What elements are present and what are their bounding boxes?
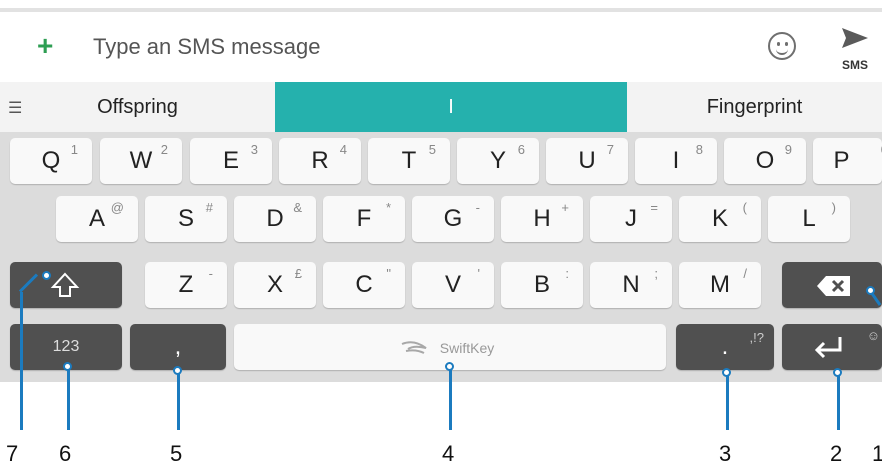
key-y[interactable]: Y6	[457, 138, 539, 184]
key-e[interactable]: E3	[190, 138, 272, 184]
callout-dot-7	[42, 271, 51, 280]
callout-dot-5	[173, 366, 182, 375]
key-s[interactable]: S #	[145, 196, 227, 242]
key-v[interactable]: V '	[412, 262, 494, 308]
backspace-key[interactable]	[782, 262, 882, 308]
suggestion-middle[interactable]: I	[275, 82, 627, 132]
smiley-icon[interactable]	[768, 32, 796, 60]
shift-icon	[50, 272, 80, 297]
key-k[interactable]: K(	[679, 196, 761, 242]
key-o[interactable]: O9	[724, 138, 806, 184]
suggestion-bar: ☰ Offspring I Fingerprint	[0, 82, 882, 132]
key-f[interactable]: F *	[323, 196, 405, 242]
suggestion-left[interactable]: Offspring	[0, 82, 275, 132]
callout-number-6: 6	[59, 441, 72, 466]
key-l[interactable]: L)	[768, 196, 850, 242]
message-input[interactable]: Type an SMS message	[93, 34, 320, 60]
plus-icon[interactable]: +	[37, 32, 53, 60]
callout-dot-4	[445, 362, 454, 371]
callout-number-7: 7	[6, 441, 19, 466]
key-x[interactable]: X £	[234, 262, 316, 308]
key-j[interactable]: J =	[590, 196, 672, 242]
emoji-hint-icon: ☺	[866, 328, 880, 343]
callout-line-7	[20, 292, 23, 430]
callout-line-6	[67, 368, 70, 430]
callout-number-4: 4	[442, 441, 455, 466]
callout-number-2: 2	[830, 441, 843, 466]
suggestion-right[interactable]: Fingerprint	[627, 82, 882, 132]
send-label: SMS	[841, 58, 868, 72]
send-icon	[842, 28, 868, 48]
key-b[interactable]: B:	[501, 262, 583, 308]
key-a[interactable]: A @	[56, 196, 138, 242]
callout-number-1: 1	[872, 441, 882, 466]
key-q[interactable]: Q1	[10, 138, 92, 184]
period-key[interactable]: . ,!?	[676, 324, 774, 370]
key-w[interactable]: W2	[100, 138, 182, 184]
send-button[interactable]: SMS	[838, 22, 870, 76]
key-h[interactable]: H +	[501, 196, 583, 242]
callout-number-3: 3	[719, 441, 732, 466]
key-i[interactable]: I8	[635, 138, 717, 184]
keyboard: ☰ Offspring I Fingerprint Q1 W2 E3 R4 T5…	[0, 82, 882, 382]
key-m[interactable]: M /	[679, 262, 761, 308]
callout-dot-3	[722, 368, 731, 377]
callout-dot-2	[833, 368, 842, 377]
key-t[interactable]: T5	[368, 138, 450, 184]
comma-key[interactable]: ,	[130, 324, 226, 370]
key-z[interactable]: Z-	[145, 262, 227, 308]
enter-icon	[814, 337, 842, 359]
callout-line-2	[837, 374, 840, 430]
compose-bar: + Type an SMS message SMS	[0, 12, 882, 82]
key-c[interactable]: C "	[323, 262, 405, 308]
key-r[interactable]: R4	[279, 138, 361, 184]
callout-line-5	[177, 372, 180, 430]
key-u[interactable]: U7	[546, 138, 628, 184]
key-n[interactable]: N;	[590, 262, 672, 308]
enter-key[interactable]: ☺	[782, 324, 882, 370]
backspace-icon	[817, 276, 850, 296]
key-g[interactable]: G-	[412, 196, 494, 242]
callout-line-4	[449, 368, 452, 430]
callout-number-5: 5	[170, 441, 183, 466]
callout-line-3	[726, 374, 729, 430]
key-d[interactable]: D &	[234, 196, 316, 242]
callout-dot-6	[63, 362, 72, 371]
key-p[interactable]: P0	[813, 138, 882, 184]
